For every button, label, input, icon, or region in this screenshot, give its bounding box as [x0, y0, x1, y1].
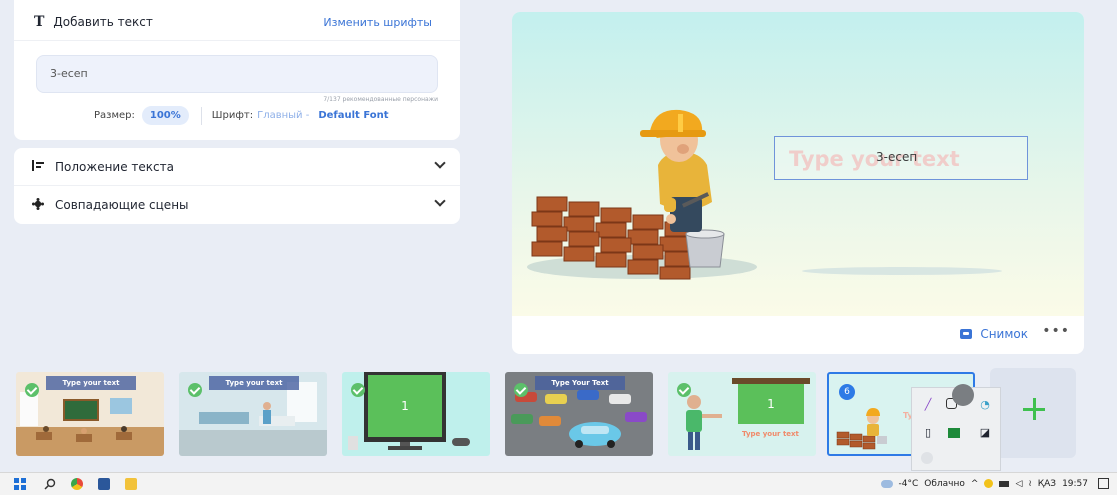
size-label: Размер:	[94, 110, 135, 121]
chevron-down-icon[interactable]	[434, 157, 446, 169]
check-icon	[188, 383, 202, 397]
scene-thumbnail-3[interactable]: 1	[342, 372, 490, 456]
font-label: Шрифт:	[211, 110, 254, 121]
scene-number-badge: 6	[839, 384, 855, 400]
notifications-icon[interactable]	[1098, 478, 1109, 489]
plus-icon	[1023, 398, 1045, 420]
chevron-up-icon[interactable]: ^	[971, 479, 979, 489]
search-icon[interactable]	[44, 478, 56, 490]
add-scene-button[interactable]	[990, 368, 1076, 458]
image-icon	[960, 329, 973, 339]
preview-toolbar: Снимок •••	[512, 316, 1084, 354]
green-board: 1	[738, 384, 804, 424]
char-count: 7/137 рекомендованные персонажи	[323, 96, 438, 103]
wifi-icon[interactable]: ◔	[978, 398, 992, 412]
system-tray: -4°C Облачно ^ ◁ ≀ ҚАЗ 19:57	[875, 478, 1109, 489]
font-type-selector[interactable]: Главный -	[257, 110, 309, 121]
add-text-panel: T Добавить текст Изменить шрифты 3-есеп …	[14, 0, 460, 140]
pen-icon[interactable]: ╱	[921, 398, 935, 412]
scene-thumbnail-4[interactable]: Type Your Text	[505, 372, 653, 456]
typed-text: 3-есеп	[876, 150, 918, 164]
font-settings-row: Размер: 100% Шрифт: Главный - Default Fo…	[94, 106, 389, 125]
size-value-button[interactable]: 100%	[141, 106, 189, 125]
windows-start-icon[interactable]	[14, 478, 26, 490]
speaker-icon[interactable]: ◪	[978, 426, 992, 440]
chevron-down-icon[interactable]	[434, 195, 446, 207]
text-input[interactable]: 3-есеп	[36, 55, 438, 93]
scene-banner: Type Your Text	[535, 376, 625, 390]
nvidia-icon[interactable]	[948, 428, 960, 438]
weather-icon	[880, 479, 893, 488]
temperature[interactable]: -4°C	[899, 479, 919, 489]
divider	[14, 40, 460, 41]
snapshot-button[interactable]: Снимок	[960, 327, 1028, 341]
device-icon[interactable]: ▯	[921, 426, 935, 440]
network-icon[interactable]: ≀	[1028, 479, 1031, 489]
language-indicator[interactable]: ҚАЗ	[1038, 479, 1056, 489]
app-icon[interactable]	[921, 452, 933, 464]
text-icon: T	[34, 14, 45, 30]
scene-banner: Type your text	[209, 376, 299, 390]
change-fonts-link[interactable]: Изменить шрифты	[323, 16, 432, 29]
accordion-label: Положение текста	[55, 159, 174, 174]
accordion-text-position[interactable]: Положение текста	[14, 148, 460, 186]
check-icon	[351, 383, 365, 397]
more-options-button[interactable]: •••	[1042, 323, 1070, 339]
chrome-icon[interactable]	[71, 478, 83, 490]
snapshot-label: Снимок	[980, 327, 1028, 341]
status-circle-icon	[952, 384, 974, 406]
placeholder-text: Type your text	[789, 147, 960, 171]
battery-icon[interactable]	[999, 480, 1010, 487]
scene-banner: Type your text	[46, 376, 136, 390]
windows-taskbar: -4°C Облачно ^ ◁ ≀ ҚАЗ 19:57	[0, 472, 1117, 495]
clock[interactable]: 19:57	[1062, 479, 1088, 489]
accordion-label: Совпадающие сцены	[55, 198, 189, 212]
tray-overflow-popup: ╱ ◔ ▯ ◪	[911, 384, 1001, 471]
add-text-title: Добавить текст	[53, 15, 153, 29]
scene-thumbnail-1[interactable]: Type your text	[16, 372, 164, 456]
font-name-selector[interactable]: Default Font	[318, 110, 388, 121]
scene-canvas[interactable]: Type your text 3-есеп	[512, 12, 1084, 316]
scene-caption: Type your text	[742, 430, 799, 438]
scenes-icon	[32, 197, 46, 213]
add-text-header: T Добавить текст	[34, 14, 153, 30]
weather-label[interactable]: Облачно	[924, 479, 965, 489]
accordion-matching-scenes[interactable]: Совпадающие сцены	[14, 186, 460, 224]
scene-thumbnail-5[interactable]: 1 Type your text	[668, 372, 816, 456]
divider	[200, 106, 202, 125]
volume-icon[interactable]: ◁	[1015, 479, 1022, 489]
green-screen: 1	[368, 375, 442, 437]
check-icon	[514, 383, 528, 397]
folder-icon[interactable]	[125, 478, 137, 490]
check-icon	[677, 383, 691, 397]
align-icon	[32, 159, 46, 174]
tray-app-icon[interactable]	[984, 479, 994, 488]
accordion-panel: Положение текста Совпадающие сцены	[14, 148, 460, 224]
check-icon	[25, 383, 39, 397]
text-box[interactable]: Type your text 3-есеп	[774, 136, 1028, 180]
scene-preview: Type your text 3-есеп Снимок •••	[512, 12, 1084, 354]
word-icon[interactable]	[98, 478, 110, 490]
scene-thumbnail-2[interactable]: Type your text	[179, 372, 327, 456]
taskbar-apps	[14, 478, 152, 490]
